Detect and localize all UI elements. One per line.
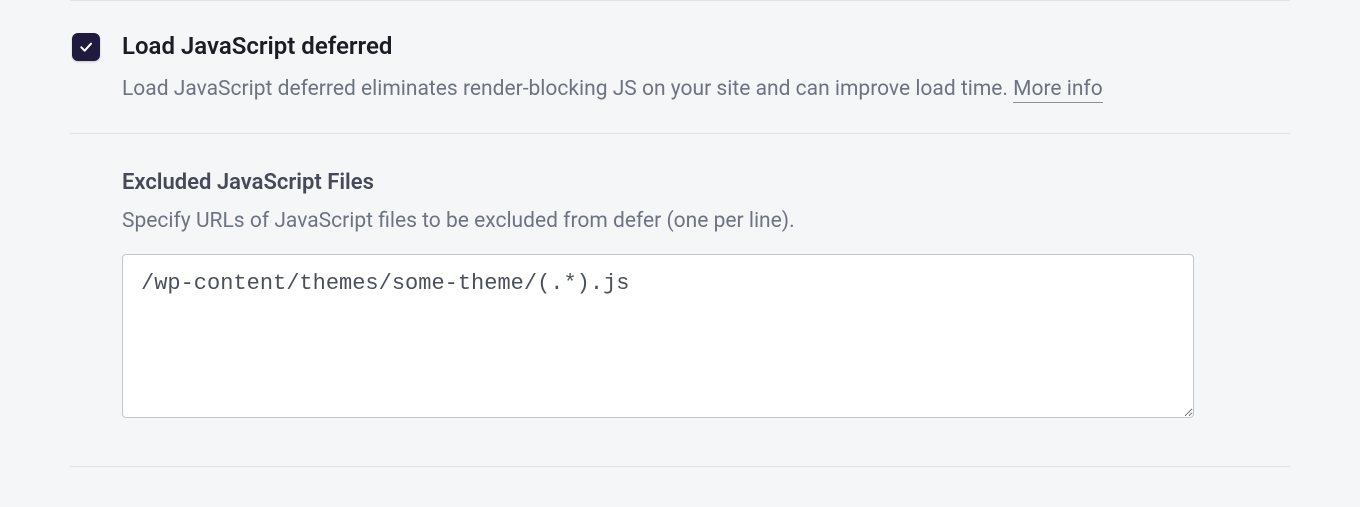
excluded-js-title: Excluded JavaScript Files [122,170,1290,195]
option-body: Load JavaScript deferred Load JavaScript… [122,31,1290,105]
option-description-text: Load JavaScript deferred eliminates rend… [122,77,1013,101]
excluded-js-section: Excluded JavaScript Files Specify URLs o… [70,134,1290,466]
excluded-js-textarea[interactable] [122,254,1194,418]
option-title: Load JavaScript deferred [122,31,1290,62]
option-description: Load JavaScript deferred eliminates rend… [122,74,1290,104]
excluded-js-description: Specify URLs of JavaScript files to be e… [122,207,1290,236]
divider-bottom [70,466,1290,467]
option-load-js-deferred-row: Load JavaScript deferred Load JavaScript… [70,1,1290,133]
more-info-link[interactable]: More info [1013,77,1103,103]
checkmark-icon [78,39,94,55]
settings-panel: Load JavaScript deferred Load JavaScript… [70,0,1290,467]
load-js-deferred-checkbox[interactable] [72,33,100,61]
